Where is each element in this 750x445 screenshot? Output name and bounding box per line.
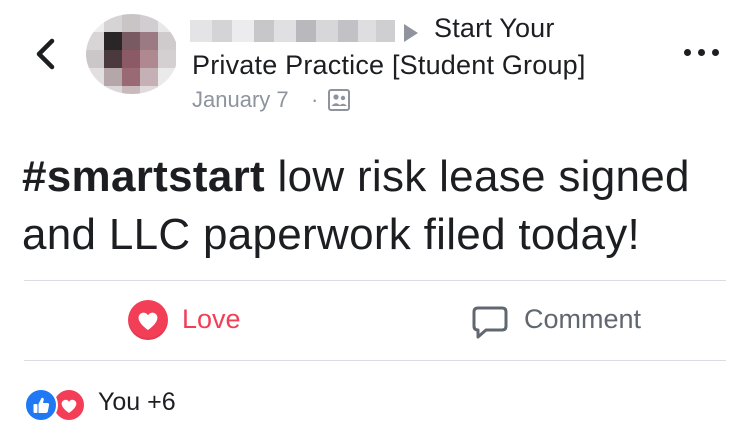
group-name-line-2[interactable]: Private Practice [Student Group] (192, 50, 586, 81)
group-name-line-1[interactable]: Start Your (434, 13, 555, 44)
back-button[interactable] (30, 36, 66, 72)
comment-button[interactable]: Comment (472, 300, 662, 344)
more-dot-icon (684, 49, 691, 56)
avatar[interactable] (86, 14, 178, 94)
love-label: Love (182, 304, 241, 334)
more-options-button[interactable] (684, 46, 720, 60)
more-dot-icon (698, 49, 705, 56)
chevron-left-icon (36, 38, 55, 70)
like-reaction-icon (24, 388, 58, 422)
comment-icon (472, 305, 508, 339)
more-dot-icon (712, 49, 719, 56)
reactions-count: You +6 (98, 388, 176, 416)
meta-separator: · (311, 87, 319, 112)
caret-right-icon (404, 24, 418, 42)
post-date[interactable]: January 7 (192, 87, 289, 113)
reactions-summary[interactable]: You +6 (24, 386, 204, 422)
author-name-redacted[interactable] (190, 20, 395, 42)
love-button[interactable]: Love (128, 298, 258, 344)
post-text: #smartstart low risk lease signed and LL… (22, 148, 732, 264)
heart-icon (128, 300, 168, 340)
divider-top (24, 280, 726, 281)
group-members-icon (328, 89, 350, 111)
comment-label: Comment (524, 304, 642, 334)
hashtag-link[interactable]: #smartstart (22, 152, 265, 201)
divider-bottom (24, 360, 726, 361)
